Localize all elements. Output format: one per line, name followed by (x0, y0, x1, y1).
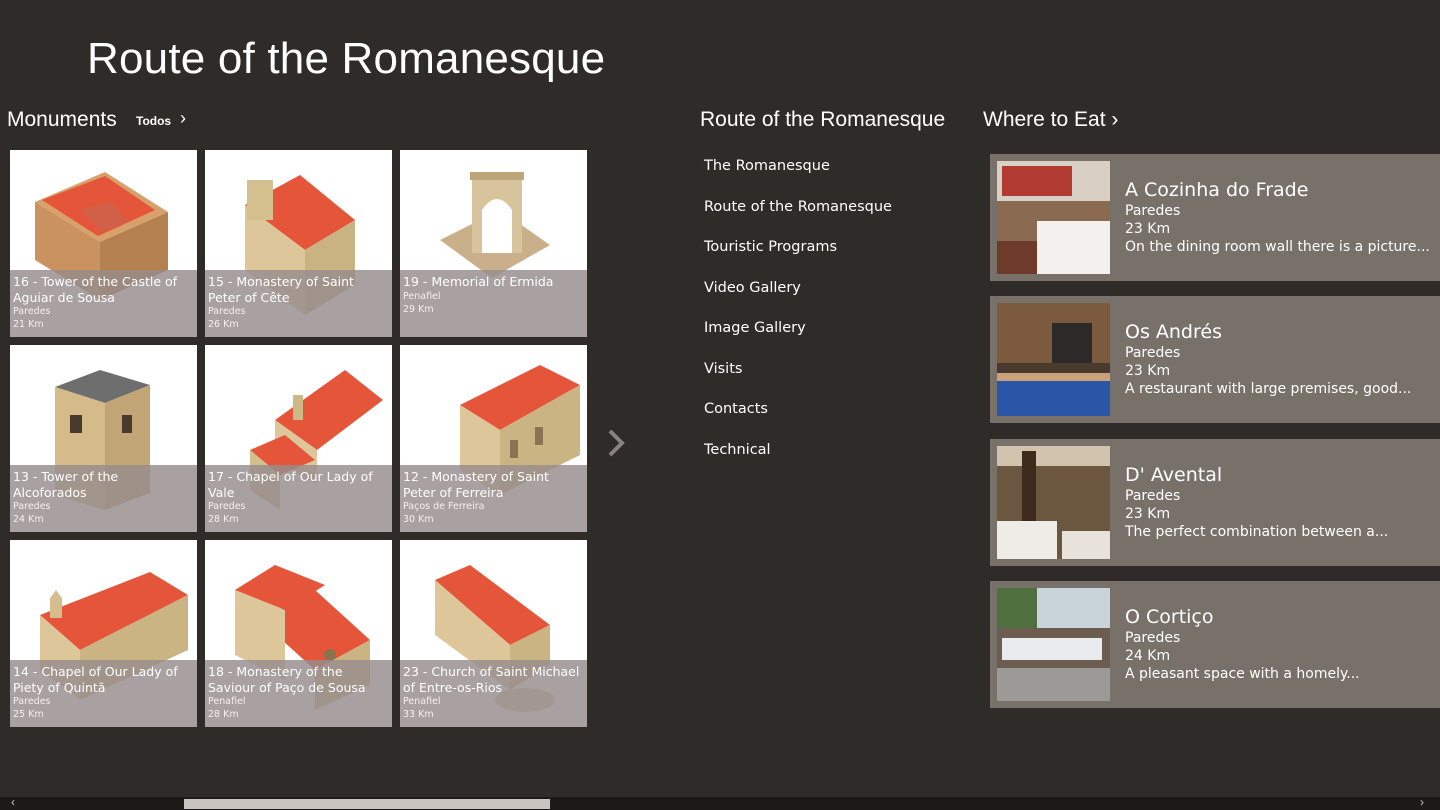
monument-title: 14 - Chapel of Our Lady of Piety of Quin… (13, 664, 178, 695)
restaurant-photo (997, 588, 1110, 701)
monument-place: Paredes (208, 306, 246, 317)
route-item-contacts[interactable]: Contacts (704, 401, 892, 442)
route-item-the-romanesque[interactable]: The Romanesque (704, 158, 892, 199)
route-item-video-gallery[interactable]: Video Gallery (704, 280, 892, 321)
monument-distance: 30 Km (403, 514, 434, 525)
restaurant-card[interactable]: Os Andrés Paredes 23 Km A restaurant wit… (990, 296, 1440, 423)
restaurant-distance: 24 Km (1125, 648, 1171, 664)
restaurant-description: On the dining room wall there is a pictu… (1125, 239, 1430, 255)
restaurant-card[interactable]: O Cortiço Paredes 24 Km A pleasant space… (990, 581, 1440, 708)
restaurant-distance: 23 Km (1125, 363, 1171, 379)
restaurant-place: Paredes (1125, 630, 1181, 646)
monument-distance: 26 Km (208, 319, 239, 330)
restaurant-place: Paredes (1125, 345, 1181, 361)
restaurant-card[interactable]: D' Avental Paredes 23 Km The perfect com… (990, 439, 1440, 566)
monument-title: 23 - Church of Saint Michael of Entre-os… (403, 664, 580, 695)
scrollbar-thumb[interactable] (184, 799, 550, 809)
restaurant-place: Paredes (1125, 488, 1181, 504)
restaurant-name: O Cortiço (1125, 606, 1214, 628)
restaurant-description: The perfect combination between a... (1125, 524, 1389, 540)
monument-distance: 28 Km (208, 709, 239, 720)
monument-place: Paredes (13, 696, 51, 707)
monument-title: 19 - Memorial of Ermida (403, 274, 554, 289)
chevron-right-icon[interactable] (606, 428, 626, 462)
restaurant-distance: 23 Km (1125, 506, 1171, 522)
route-item-route[interactable]: Route of the Romanesque (704, 199, 892, 240)
restaurant-name: Os Andrés (1125, 321, 1222, 343)
monument-tile[interactable]: 19 - Memorial of Ermida Penafiel 29 Km (400, 150, 587, 337)
restaurant-card[interactable]: A Cozinha do Frade Paredes 23 Km On the … (990, 154, 1440, 281)
restaurant-place: Paredes (1125, 203, 1181, 219)
monument-tile[interactable]: 16 - Tower of the Castle of Aguiar de So… (10, 150, 197, 337)
monument-tile[interactable]: 13 - Tower of the Alcoforados Paredes 24… (10, 345, 197, 532)
monument-tile[interactable]: 23 - Church of Saint Michael of Entre-os… (400, 540, 587, 727)
monument-distance: 21 Km (13, 319, 44, 330)
monument-distance: 24 Km (13, 514, 44, 525)
restaurant-photo (997, 446, 1110, 559)
monument-title: 12 - Monastery of Saint Peter of Ferreir… (403, 469, 549, 500)
restaurant-description: A pleasant space with a homely... (1125, 666, 1360, 682)
scroll-right-icon[interactable]: › (1420, 795, 1424, 809)
route-item-touristic-programs[interactable]: Touristic Programs (704, 239, 892, 280)
monument-place: Penafiel (403, 290, 441, 302)
monument-tile[interactable]: 14 - Chapel of Our Lady of Piety of Quin… (10, 540, 197, 727)
monument-distance: 28 Km (208, 514, 239, 525)
chevron-right-icon[interactable]: › (180, 108, 186, 129)
monument-distance: 33 Km (403, 709, 434, 720)
monument-place: Penafiel (403, 696, 441, 707)
monument-title: 16 - Tower of the Castle of Aguiar de So… (13, 274, 178, 305)
todos-link[interactable]: Todos (136, 114, 171, 128)
monument-title: 18 - Monastery of the Saviour of Paço de… (208, 664, 366, 695)
route-item-visits[interactable]: Visits (704, 361, 892, 402)
monument-title: 17 - Chapel of Our Lady of Vale (208, 469, 373, 500)
app-title: Route of the Romanesque (87, 34, 606, 83)
restaurant-photo (997, 303, 1110, 416)
monuments-grid: 16 - Tower of the Castle of Aguiar de So… (10, 150, 588, 728)
monument-place: Paredes (13, 501, 51, 512)
monuments-header[interactable]: Monuments (7, 108, 117, 132)
monument-distance: 29 Km (403, 303, 434, 315)
monument-place: Penafiel (208, 696, 246, 707)
route-item-technical[interactable]: Technical (704, 442, 892, 483)
monument-title: 13 - Tower of the Alcoforados (13, 469, 119, 500)
restaurant-description: A restaurant with large premises, good..… (1125, 381, 1412, 397)
route-header: Route of the Romanesque (700, 108, 946, 131)
monument-place: Paredes (208, 501, 246, 512)
route-menu: The Romanesque Route of the Romanesque T… (704, 158, 892, 482)
restaurant-name: A Cozinha do Frade (1125, 179, 1309, 201)
monument-place: Paços de Ferreira (403, 501, 485, 512)
monument-tile[interactable]: 18 - Monastery of the Saviour of Paço de… (205, 540, 392, 727)
monument-place: Paredes (13, 306, 51, 317)
where-to-eat-header[interactable]: Where to Eat › (983, 108, 1118, 132)
monument-title: 15 - Monastery of Saint Peter of Cête (208, 274, 354, 305)
restaurant-distance: 23 Km (1125, 221, 1171, 237)
monument-tile[interactable]: 12 - Monastery of Saint Peter of Ferreir… (400, 345, 587, 532)
monument-tile[interactable]: 15 - Monastery of Saint Peter of Cête Pa… (205, 150, 392, 337)
restaurant-name: D' Avental (1125, 464, 1223, 486)
monument-distance: 25 Km (13, 709, 44, 720)
monument-tile[interactable]: 17 - Chapel of Our Lady of Vale Paredes … (205, 345, 392, 532)
scroll-left-icon[interactable]: ‹ (11, 795, 15, 809)
route-item-image-gallery[interactable]: Image Gallery (704, 320, 892, 361)
restaurant-photo (997, 161, 1110, 274)
